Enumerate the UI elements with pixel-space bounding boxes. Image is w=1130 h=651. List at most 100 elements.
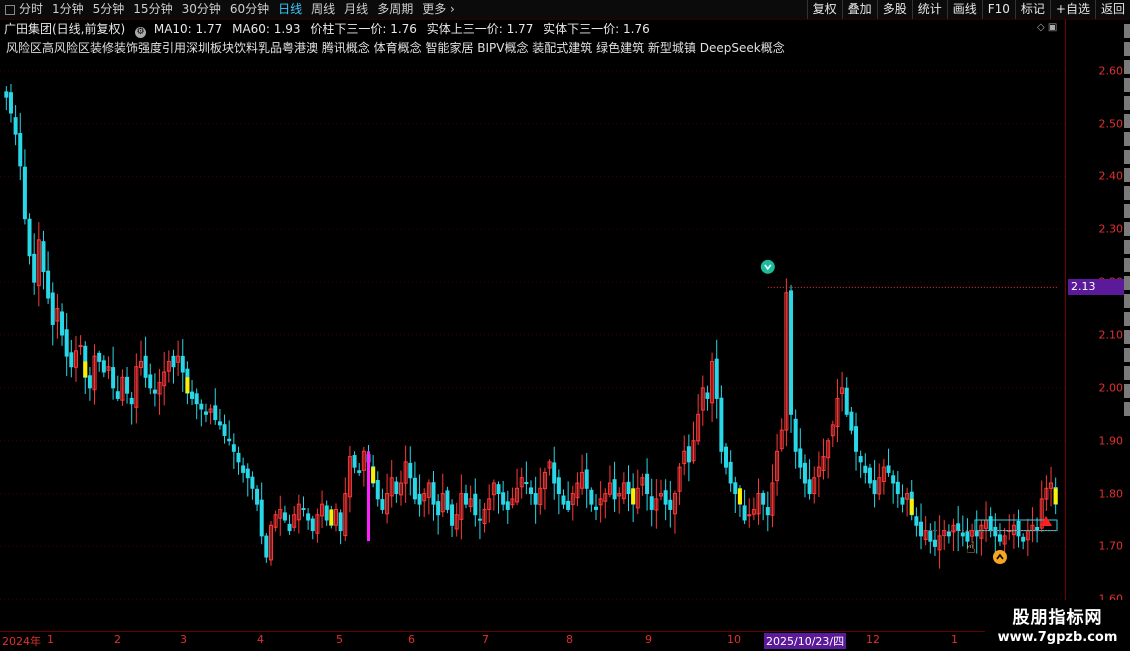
- kline-chart[interactable]: ☝: [0, 39, 1065, 631]
- last-price-label: 2.13: [1068, 279, 1124, 295]
- tab-8[interactable]: 月线: [344, 0, 368, 19]
- ma10-value: MA10: 1.77: [153, 22, 223, 36]
- indicator-info-line: 广田集团(日线,前复权) ⚙ MA10: 1.77 MA60: 1.93 价柱下…: [0, 20, 656, 38]
- candle-body: [584, 469, 589, 489]
- toolbar-button-0[interactable]: 复权: [806, 0, 842, 19]
- candle-body: [203, 411, 208, 415]
- date-label: 10: [727, 633, 741, 646]
- candle-body: [501, 492, 506, 505]
- watermark-title: 股朋指标网: [1012, 608, 1103, 628]
- candle-body: [431, 482, 436, 505]
- candle-body: [199, 403, 204, 410]
- candle-body: [645, 473, 650, 495]
- date-axis: 2024年 1 2 3 4 5 6 7 8 9 10 2025/10/23/四 12 1: [0, 631, 1065, 651]
- tab-10[interactable]: 更多 ›: [422, 0, 455, 19]
- candle-body: [552, 462, 557, 484]
- date-label: 1: [47, 633, 54, 646]
- toolbar-button-4[interactable]: 画线: [946, 0, 982, 19]
- highlight-candle: [329, 509, 334, 526]
- toolbar-button-5[interactable]: F10: [981, 0, 1015, 19]
- price-tick: 1.90: [1098, 434, 1124, 448]
- candle-body: [742, 505, 747, 521]
- candle-body: [863, 465, 868, 473]
- candle-body: [854, 426, 859, 452]
- candle-body: [143, 355, 148, 378]
- candle-body: [867, 467, 872, 484]
- tab-6[interactable]: 日线: [278, 0, 302, 19]
- stock-title[interactable]: 广田集团(日线,前复权): [4, 22, 125, 36]
- price-tick: 1.80: [1098, 487, 1124, 501]
- candle-body: [408, 462, 413, 479]
- candle-body: [858, 456, 863, 463]
- tab-5[interactable]: 60分钟: [230, 0, 269, 19]
- date-label: 3: [180, 633, 187, 646]
- candle-body: [22, 166, 27, 220]
- toolbar-button-7[interactable]: +自选: [1049, 0, 1095, 19]
- candle-body: [217, 421, 222, 426]
- tab-3[interactable]: 15分钟: [133, 0, 172, 19]
- tab-7[interactable]: 周线: [311, 0, 335, 19]
- candle-body: [556, 477, 561, 495]
- highlight-candle: [737, 488, 742, 505]
- candle-body: [686, 446, 691, 463]
- price-tick: 2.00: [1098, 381, 1124, 395]
- candle-body: [60, 311, 65, 336]
- candle-body: [27, 218, 32, 257]
- candle-body: [13, 117, 18, 135]
- candle-body: [375, 480, 380, 500]
- candle-body: [956, 523, 961, 532]
- tab-4[interactable]: 30分钟: [182, 0, 221, 19]
- toolbar-button-1[interactable]: 叠加: [841, 0, 877, 19]
- candle-body: [412, 477, 417, 500]
- date-label: 5: [336, 633, 343, 646]
- highlight-candle: [1053, 488, 1058, 505]
- candle-body: [529, 487, 533, 495]
- candle-body: [747, 514, 752, 517]
- candle-body: [789, 290, 794, 415]
- tab-1[interactable]: 1分钟: [52, 0, 84, 19]
- candle-body: [714, 358, 719, 399]
- candle-body: [180, 355, 185, 373]
- tab-9[interactable]: 多周期: [377, 0, 413, 19]
- candle-body: [8, 92, 13, 114]
- candle-body: [78, 345, 83, 348]
- price-tick: 1.70: [1098, 539, 1124, 553]
- date-label: 8: [566, 633, 573, 646]
- tab-2[interactable]: 5分钟: [93, 0, 125, 19]
- window-menu-icon[interactable]: [5, 4, 15, 15]
- body-upper-value: 实体上三一价: 1.77: [426, 22, 534, 36]
- candle-body: [802, 462, 807, 484]
- candle-body: [97, 352, 102, 362]
- chart-corner-icons[interactable]: ◇ ▣: [1037, 22, 1057, 33]
- candle-body: [589, 489, 594, 505]
- candle-body: [895, 481, 900, 495]
- toolbar-button-8[interactable]: 返回: [1094, 0, 1130, 19]
- candle-body: [310, 518, 315, 532]
- date-label: 2024年: [2, 635, 41, 648]
- tab-0[interactable]: 分时: [19, 0, 43, 19]
- toolbar-button-6[interactable]: 标记: [1014, 0, 1050, 19]
- candle-body: [264, 535, 269, 558]
- price-tick: 2.40: [1098, 169, 1124, 183]
- candle-body: [241, 465, 246, 473]
- candle-body: [445, 490, 450, 510]
- toolbar-button-2[interactable]: 多股: [876, 0, 912, 19]
- candle-body: [352, 455, 357, 468]
- candle-body: [231, 444, 236, 452]
- candle-body: [561, 495, 566, 505]
- candle-body: [496, 484, 501, 495]
- candle-body: [928, 530, 933, 542]
- candle-body: [668, 499, 673, 510]
- date-label: 2: [114, 633, 121, 646]
- candle-body: [357, 470, 362, 473]
- candle-body: [152, 389, 157, 394]
- candle-body: [101, 360, 106, 373]
- settings-icon[interactable]: ⚙: [135, 27, 147, 38]
- candle-body: [417, 493, 422, 505]
- candle-body: [41, 241, 46, 273]
- price-tick: 2.30: [1098, 222, 1124, 236]
- candle-body: [477, 518, 482, 521]
- toolbar-button-3[interactable]: 统计: [911, 0, 947, 19]
- candle-body: [505, 501, 510, 510]
- highlight-candle: [631, 488, 636, 505]
